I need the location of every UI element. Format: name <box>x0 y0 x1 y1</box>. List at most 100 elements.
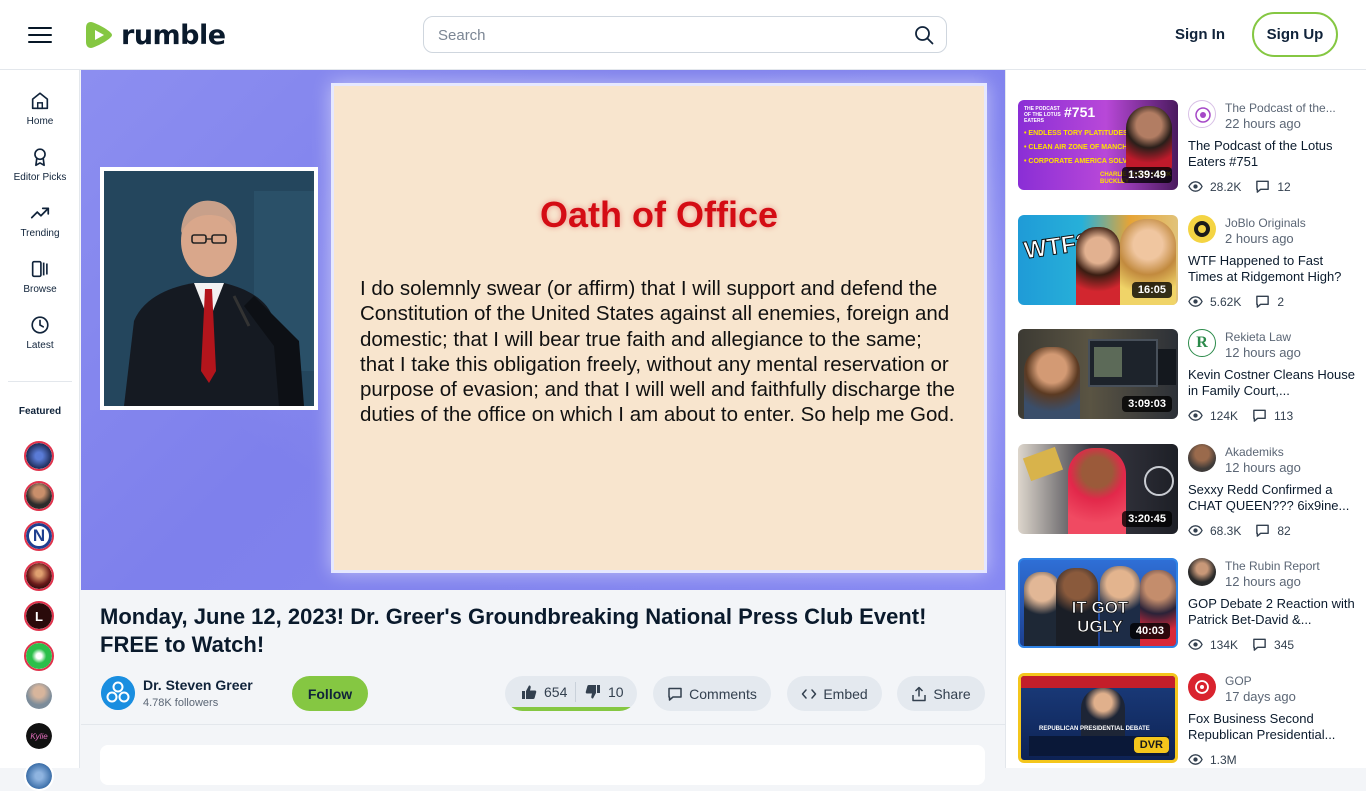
channel-name[interactable]: The Rubin Report <box>1225 559 1353 573</box>
video-stats: 1.3M <box>1188 752 1237 767</box>
video-stats: 68.3K 82 <box>1188 523 1291 538</box>
channel-avatar[interactable] <box>1188 444 1216 472</box>
video-duration: 40:03 <box>1129 623 1170 639</box>
dislike-button[interactable]: 10 <box>585 676 624 707</box>
view-count: 1.3M <box>1210 752 1237 767</box>
video-title[interactable]: GOP Debate 2 Reaction with Patrick Bet-D… <box>1188 596 1356 628</box>
code-icon <box>802 688 817 699</box>
embed-button[interactable]: Embed <box>787 676 882 711</box>
featured-channel-avatar[interactable] <box>24 561 54 591</box>
thumbnail-text: REPUBLICAN PRESIDENTIAL DEBATE <box>1039 726 1150 732</box>
view-count: 68.3K <box>1210 523 1242 538</box>
eye-icon <box>1188 296 1203 307</box>
eye-icon <box>1188 410 1203 421</box>
video-title[interactable]: Sexxy Redd Confirmed a CHAT QUEEN??? 6ix… <box>1188 482 1356 514</box>
view-count: 124K <box>1210 408 1239 423</box>
sidebar-label-home: Home <box>26 116 54 127</box>
video-duration: DVR <box>1133 737 1169 753</box>
oath-slide: Oath of Office I do solemnly swear (or a… <box>331 83 987 573</box>
channel-logo-icon <box>101 676 135 710</box>
sidebar-divider <box>8 381 72 382</box>
channel-avatar[interactable] <box>1188 215 1216 243</box>
clock-icon <box>31 316 49 334</box>
recommended-video[interactable]: THE PODCAST OF THE LOTUS EATERS #751 • E… <box>1018 100 1358 194</box>
sidebar-label-browse: Browse <box>23 284 57 295</box>
upload-time: 2 hours ago <box>1225 231 1294 246</box>
video-duration: 3:20:45 <box>1122 511 1172 527</box>
channel-avatar[interactable]: R <box>1188 329 1216 357</box>
search-box <box>423 16 947 53</box>
channel-avatar[interactable] <box>1188 558 1216 586</box>
share-button[interactable]: Share <box>897 676 985 711</box>
channel-name[interactable]: GOP <box>1225 674 1353 688</box>
channel-name[interactable]: Dr. Steven Greer <box>143 677 253 693</box>
video-thumbnail: 3:09:03 <box>1018 329 1178 419</box>
featured-channel-avatar[interactable] <box>24 441 54 471</box>
slide-title: Oath of Office <box>539 194 778 235</box>
like-button[interactable]: 654 <box>521 676 567 707</box>
view-count: 5.62K <box>1210 294 1242 309</box>
video-thumbnail: THE PODCAST OF THE LOTUS EATERS #751 • E… <box>1018 100 1178 190</box>
upload-time: 17 days ago <box>1225 689 1296 704</box>
video-title[interactable]: Fox Business Second Republican President… <box>1188 711 1356 743</box>
channel-name[interactable]: Rekieta Law <box>1225 330 1353 344</box>
video-duration: 16:05 <box>1131 282 1172 298</box>
recommended-video[interactable]: REPUBLICAN PRESIDENTIAL DEBATE DVR GOP 1… <box>1018 673 1358 767</box>
featured-channel-avatar[interactable] <box>24 641 54 671</box>
channel-name[interactable]: JoBlo Originals <box>1225 216 1353 230</box>
follow-button[interactable]: Follow <box>292 676 368 711</box>
channel-name[interactable]: Akademiks <box>1225 445 1353 459</box>
embed-label: Embed <box>823 685 868 702</box>
trending-icon <box>30 207 50 219</box>
view-count: 28.2K <box>1210 179 1242 194</box>
comment-icon <box>1256 524 1270 537</box>
recommended-video[interactable]: 3:20:45 Akademiks 12 hours ago Sexxy Red… <box>1018 444 1358 538</box>
featured-channel-avatar[interactable]: N <box>24 521 54 551</box>
video-duration: 1:39:49 <box>1122 167 1172 183</box>
channel-name[interactable]: The Podcast of the... <box>1225 101 1353 115</box>
video-title[interactable]: Kevin Costner Cleans House in Family Cou… <box>1188 367 1356 399</box>
sidebar-item-latest[interactable]: Latest <box>0 314 80 366</box>
video-title[interactable]: WTF Happened to Fast Times at Ridgemont … <box>1188 253 1356 285</box>
sign-up-button[interactable]: Sign Up <box>1252 12 1338 57</box>
search-icon[interactable] <box>914 25 934 45</box>
comments-button[interactable]: Comments <box>653 676 771 711</box>
recommended-video[interactable]: WTF? 16:05 JoBlo Originals 2 hours ago W… <box>1018 215 1358 309</box>
top-header: rumble Sign In Sign Up <box>0 0 1366 70</box>
featured-channel-avatar[interactable]: Kylie <box>24 721 54 751</box>
sidebar-label-trending: Trending <box>20 228 60 239</box>
vote-control: 654 10 <box>505 676 637 711</box>
menu-icon[interactable] <box>28 24 52 46</box>
video-duration: 3:09:03 <box>1122 396 1172 412</box>
dislike-count: 10 <box>608 683 624 700</box>
recommended-video[interactable]: IT GOT UGLY 40:03 The Rubin Report 12 ho… <box>1018 558 1358 652</box>
comment-icon <box>668 687 682 701</box>
sign-in-link[interactable]: Sign In <box>1175 26 1225 43</box>
channel-avatar[interactable] <box>1188 673 1216 701</box>
featured-channel-avatar[interactable] <box>24 481 54 511</box>
video-thumbnail: REPUBLICAN PRESIDENTIAL DEBATE DVR <box>1018 673 1178 763</box>
sidebar-item-home[interactable]: Home <box>0 90 80 142</box>
upload-time: 12 hours ago <box>1225 460 1301 475</box>
share-icon <box>912 686 927 701</box>
recommended-video[interactable]: 3:09:03 R Rekieta Law 12 hours ago Kevin… <box>1018 329 1358 423</box>
channel-avatar[interactable] <box>101 676 135 710</box>
ribbon-icon <box>34 148 46 167</box>
sidebar-item-trending[interactable]: Trending <box>0 202 80 254</box>
featured-channel-avatar[interactable] <box>24 681 54 711</box>
video-title[interactable]: The Podcast of the Lotus Eaters #751 <box>1188 138 1356 170</box>
video-player[interactable]: Oath of Office I do solemnly swear (or a… <box>81 70 1005 590</box>
search-input[interactable] <box>438 25 898 45</box>
featured-heading: Featured <box>18 406 62 417</box>
sidebar-item-editor-picks[interactable]: Editor Picks <box>0 146 80 198</box>
rumble-logo[interactable]: rumble <box>85 17 226 53</box>
featured-channel-avatar[interactable]: L <box>24 601 54 631</box>
comment-icon <box>1256 295 1270 308</box>
like-count: 654 <box>544 683 568 700</box>
channel-avatar[interactable] <box>1188 100 1216 128</box>
featured-channel-avatar[interactable] <box>24 761 54 791</box>
upload-time: 12 hours ago <box>1225 345 1301 360</box>
sidebar-item-browse[interactable]: Browse <box>0 258 80 310</box>
video-stats: 28.2K 12 <box>1188 179 1291 194</box>
thumbnail-line: • ENDLESS TORY PLATITUDES <box>1024 130 1128 137</box>
